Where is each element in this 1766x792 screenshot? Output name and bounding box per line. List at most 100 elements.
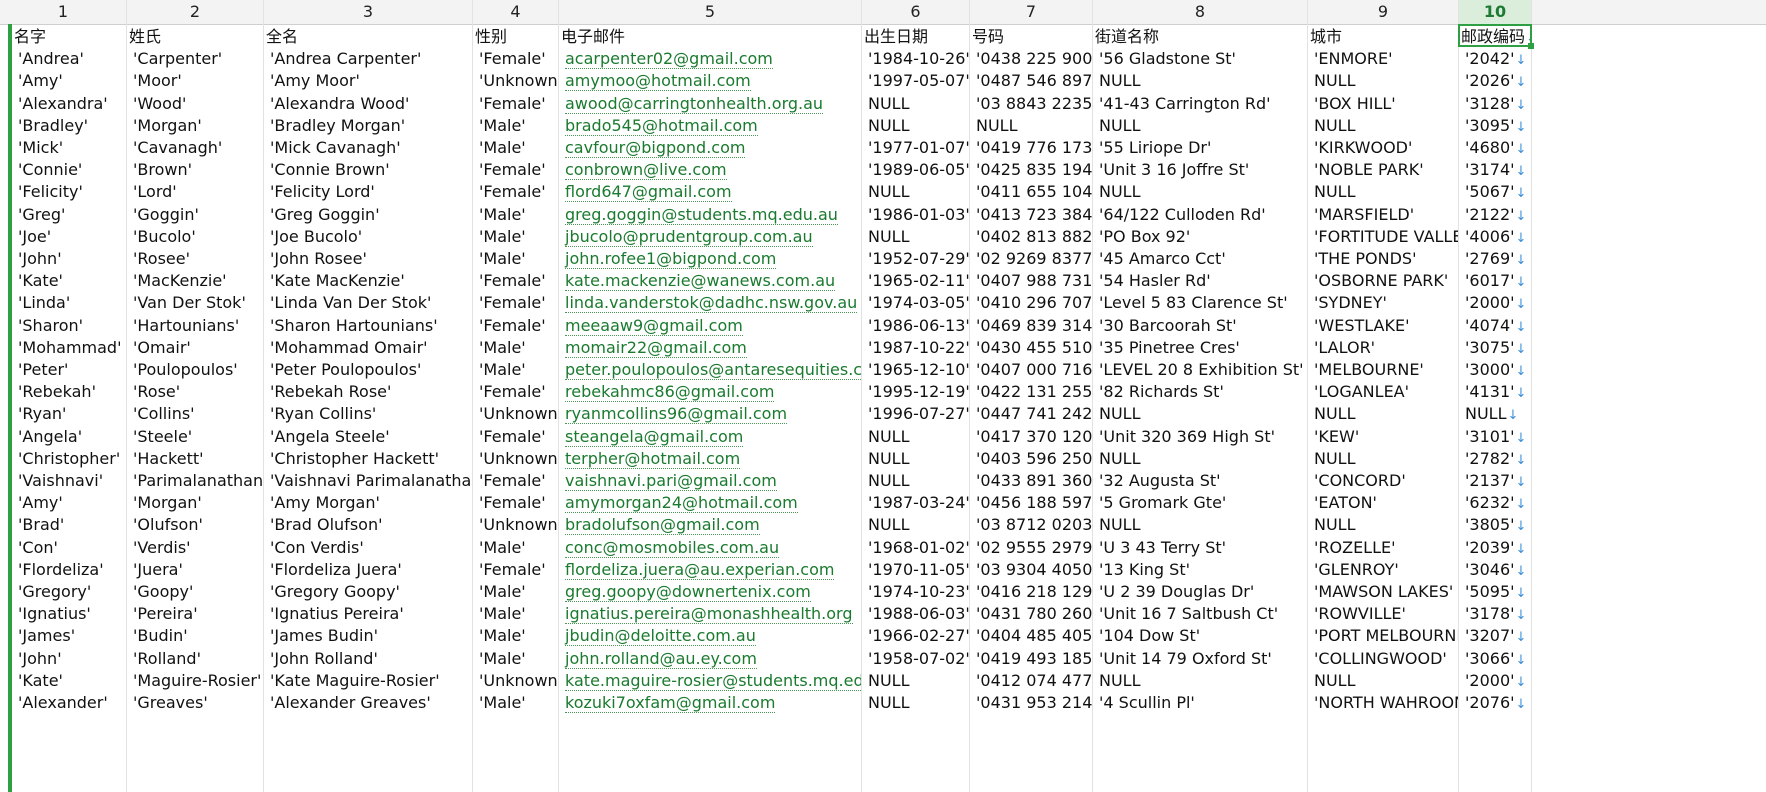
table-cell[interactable]: '2076'↓ [1459, 690, 1531, 715]
cell-text: NULL [868, 182, 910, 202]
email-link[interactable]: greg.goggin@students.mq.edu.au [565, 204, 838, 225]
cell-text: 'Pereira' [133, 604, 198, 624]
email-link[interactable]: terpher@hotmail.com [565, 448, 741, 469]
fill-handle[interactable] [1528, 43, 1534, 49]
cell-text: 'Collins' [133, 404, 195, 424]
cell-text: 'Unknown' [479, 71, 558, 91]
email-link[interactable]: rebekahmc86@gmail.com [565, 382, 775, 403]
cell-text: 性别 [475, 27, 508, 46]
email-link[interactable]: linda.vanderstok@dadhc.nsw.gov.au [565, 293, 858, 314]
table-cell[interactable]: 'Alexander' [12, 690, 126, 715]
cell-text: 'John' [18, 648, 62, 668]
email-link[interactable]: conc@mosmobiles.com.au [565, 537, 780, 558]
cell-text: NULL [1099, 404, 1141, 424]
column-divider [1092, 0, 1093, 792]
table-cell[interactable]: kozuki7oxfam@gmail.com [559, 690, 861, 715]
column-header-10[interactable]: 10 [1459, 0, 1532, 24]
table-cell[interactable]: '4 Scullin Pl' [1093, 690, 1307, 715]
email-link[interactable]: bradolufson@gmail.com [565, 515, 760, 536]
cell-text: 'Level 5 83 Clarence St' [1099, 293, 1288, 313]
cell-text: '3174' [1465, 160, 1515, 180]
email-link[interactable]: kozuki7oxfam@gmail.com [565, 693, 776, 713]
cell-text: 城市 [1310, 27, 1343, 46]
email-link[interactable]: conbrown@live.com [565, 160, 727, 181]
table-cell[interactable]: 'NORTH WAHROONGA' [1308, 690, 1458, 715]
email-link[interactable]: ryanmcollins96@gmail.com [565, 404, 788, 425]
cell-text: 'NORTH WAHROONGA' [1314, 693, 1458, 712]
email-link[interactable]: john.rolland@au.ey.com [565, 648, 757, 669]
column-header-8[interactable]: 8 [1093, 0, 1308, 24]
email-link[interactable]: brado545@hotmail.com [565, 115, 758, 136]
email-link[interactable]: amymoo@hotmail.com [565, 71, 751, 92]
cell-text: NULL [868, 670, 910, 690]
column-header-3[interactable]: 3 [264, 0, 473, 24]
cell-text: 'Unknown' [479, 515, 558, 535]
email-link[interactable]: jbudin@deloitte.com.au [565, 626, 756, 647]
cell-text: 出生日期 [864, 27, 929, 46]
cell-text: '0403 596 250' [976, 448, 1092, 468]
email-link[interactable]: greg.goopy@downertenix.com [565, 582, 811, 602]
email-link[interactable]: john.rofee1@bigpond.com [565, 249, 777, 269]
cell-text: '1988-06-03' [868, 604, 969, 624]
column-header-7[interactable]: 7 [970, 0, 1093, 24]
email-link[interactable]: vaishnavi.pari@gmail.com [565, 471, 777, 491]
arrow-down-icon: ↓ [1515, 208, 1527, 224]
column-header-4[interactable]: 4 [473, 0, 559, 24]
cell-text: 'SYDNEY' [1314, 293, 1387, 313]
table-cell[interactable]: 'Male' [473, 690, 558, 715]
email-link[interactable]: amymorgan24@hotmail.com [565, 493, 798, 514]
cell-text: 'Linda' [18, 293, 71, 313]
column-header-6[interactable]: 6 [862, 0, 970, 24]
cell-text: 'Hartounians' [133, 315, 240, 335]
email-link[interactable]: jbucolo@prudentgroup.com.au [565, 226, 813, 247]
cell-text: 'Amy' [18, 493, 63, 513]
arrow-down-icon: ↓ [1515, 697, 1527, 712]
column-header-2[interactable]: 2 [127, 0, 264, 24]
email-link[interactable]: steangela@gmail.com [565, 426, 744, 447]
column-header-5[interactable]: 5 [559, 0, 862, 24]
cell-text: 'Male' [479, 693, 526, 712]
cell-text: 'Maguire-Rosier' [133, 670, 262, 690]
column-header-9[interactable]: 9 [1308, 0, 1459, 24]
cell-text: 'KEW' [1314, 426, 1360, 446]
cell-text: '0404 485 405' [976, 626, 1092, 646]
cell-text: '45 Amarco Cct' [1099, 249, 1226, 268]
cell-text: 'GLENROY' [1314, 559, 1399, 579]
email-link[interactable]: kate.mackenzie@wanews.com.au [565, 271, 836, 292]
cell-text: '5067' [1465, 182, 1515, 202]
cell-text: 'Rolland' [133, 648, 201, 668]
table-cell[interactable]: '0431 953 214' [970, 690, 1092, 715]
email-link[interactable]: cavfour@bigpond.com [565, 138, 746, 158]
email-link[interactable]: peter.poulopoulos@antaresequities.com.au [565, 360, 861, 380]
email-link[interactable]: flord647@gmail.com [565, 182, 732, 203]
arrow-down-icon: ↓ [1515, 586, 1527, 601]
cell-text: '2782' [1465, 448, 1515, 468]
cell-text: '1986-01-03' [868, 204, 969, 224]
cell-text: 'Female' [479, 493, 546, 513]
column-header-1[interactable]: 1 [0, 0, 127, 24]
cell-text: 'Greg' [18, 204, 66, 224]
email-link[interactable]: kate.maguire-rosier@students.mq.edu.au [565, 670, 861, 691]
cell-text: NULL [868, 693, 910, 712]
cell-text: '64/122 Culloden Rd' [1099, 204, 1266, 224]
email-link[interactable]: acarpenter02@gmail.com [565, 49, 773, 70]
cell-text: 'KIRKWOOD' [1314, 138, 1413, 157]
cell-text: '1996-07-27' [868, 404, 969, 424]
email-link[interactable]: flordeliza.juera@au.experian.com [565, 559, 835, 580]
column-divider [126, 0, 127, 792]
cell-text: 'Connie' [18, 160, 83, 180]
email-link[interactable]: meeaaw9@gmail.com [565, 315, 743, 336]
table-cell[interactable]: NULL [862, 690, 969, 715]
table-cell[interactable]: 'Alexander Greaves' [264, 690, 472, 715]
cell-text: '0407 988 731' [976, 271, 1092, 291]
cell-text: '1958-07-02' [868, 648, 969, 668]
cell-text: '3178' [1465, 604, 1515, 624]
email-link[interactable]: momair22@gmail.com [565, 337, 747, 358]
table-cell[interactable]: 'Greaves' [127, 690, 263, 715]
email-link[interactable]: ignatius.pereira@monashhealth.org [565, 604, 853, 625]
cell-text: NULL [976, 115, 1018, 135]
cell-text: 'Female' [479, 160, 546, 180]
email-link[interactable]: awood@carringtonhealth.org.au [565, 93, 824, 114]
cell-text: '0431 953 214' [976, 693, 1092, 712]
column-divider [1458, 0, 1459, 792]
